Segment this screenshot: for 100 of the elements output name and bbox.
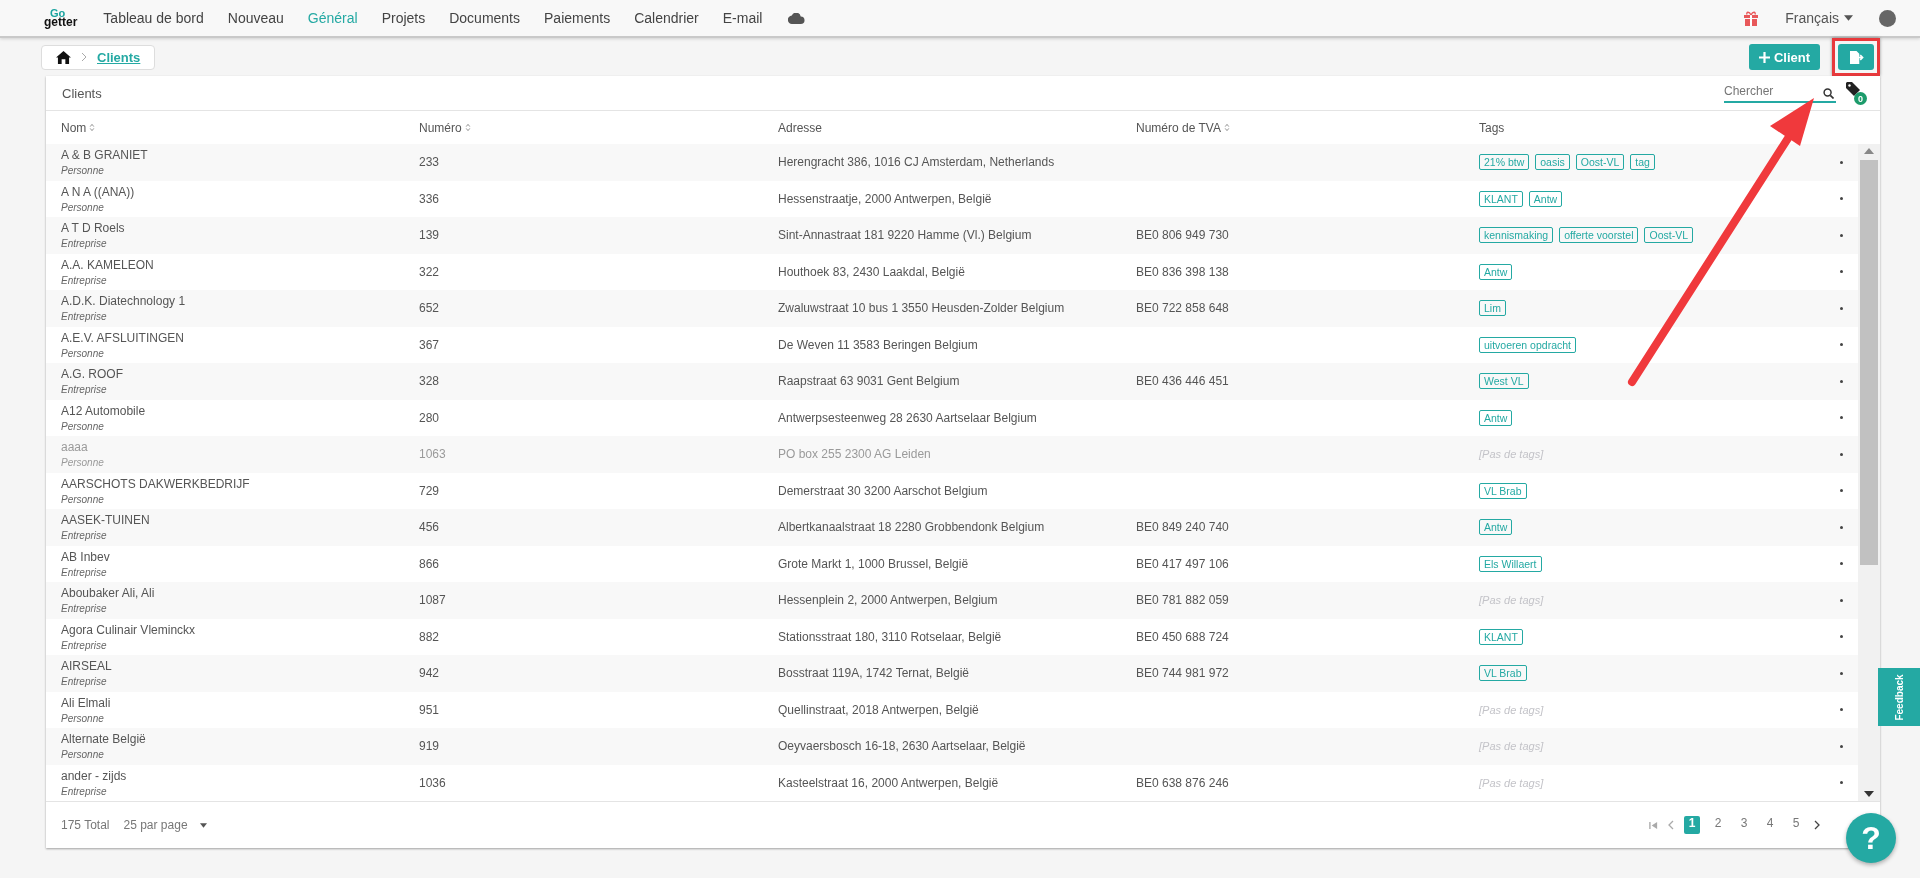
dot-icon[interactable] bbox=[1840, 270, 1843, 274]
client-name[interactable]: A.G. ROOF bbox=[61, 367, 123, 382]
client-name[interactable]: AASEK-TUINEN bbox=[61, 513, 150, 528]
breadcrumb-link[interactable]: Clients bbox=[97, 49, 141, 65]
tag[interactable]: offerte voorstel bbox=[1559, 227, 1639, 244]
dot-icon[interactable] bbox=[1840, 671, 1843, 675]
client-name[interactable]: A12 Automobile bbox=[61, 403, 146, 418]
feedback-tab[interactable]: Feedback bbox=[1878, 668, 1920, 726]
scroll-up-icon[interactable] bbox=[1864, 148, 1874, 154]
tag[interactable]: VL Brab bbox=[1479, 665, 1527, 682]
dot-icon[interactable] bbox=[1840, 343, 1843, 347]
tag[interactable]: kennismaking bbox=[1479, 227, 1554, 244]
export-button[interactable] bbox=[1838, 44, 1874, 70]
client-name[interactable]: A T D Roels bbox=[61, 221, 125, 236]
nav-item[interactable]: Général bbox=[307, 10, 358, 26]
tag[interactable]: 21% btw bbox=[1479, 154, 1530, 171]
client-name[interactable]: A.A. KAMELEON bbox=[61, 257, 154, 272]
page-button[interactable]: 4 bbox=[1762, 816, 1778, 834]
avatar[interactable] bbox=[1879, 9, 1896, 27]
column-header[interactable]: Nom bbox=[61, 120, 419, 135]
table-cell-text: 652 bbox=[419, 301, 441, 316]
nav-item[interactable]: E-mail bbox=[722, 10, 763, 26]
client-name[interactable]: ander - zijds bbox=[61, 768, 127, 783]
tag[interactable]: Antw bbox=[1479, 519, 1513, 536]
tag-icon[interactable] bbox=[1846, 82, 1860, 96]
tag[interactable]: Antw bbox=[1528, 190, 1563, 207]
gift-icon[interactable] bbox=[1743, 10, 1760, 26]
home-icon[interactable] bbox=[56, 50, 71, 64]
dot-icon[interactable] bbox=[1840, 744, 1843, 748]
client-name[interactable]: AB Inbev bbox=[61, 549, 110, 564]
client-name[interactable]: AARSCHOTS DAKWERKBEDRIJF bbox=[61, 476, 250, 491]
client-name[interactable]: Aboubaker Ali, Ali bbox=[61, 586, 155, 601]
tag[interactable]: Antw bbox=[1479, 409, 1513, 426]
dot-icon[interactable] bbox=[1840, 306, 1843, 310]
dot-icon[interactable] bbox=[1840, 379, 1843, 383]
dot-icon[interactable] bbox=[1840, 635, 1843, 639]
client-name[interactable]: A.E.V. AFSLUITINGEN bbox=[61, 330, 184, 345]
caret-icon bbox=[199, 822, 207, 828]
dot-icon[interactable] bbox=[1840, 525, 1843, 529]
search-field[interactable]: Chercher bbox=[1724, 83, 1836, 103]
dot-icon[interactable] bbox=[1840, 598, 1843, 602]
client-type: Personne bbox=[61, 165, 104, 177]
table-cell-text: 322 bbox=[419, 264, 441, 279]
nav-item[interactable]: Paiements bbox=[544, 10, 611, 26]
dot-icon[interactable] bbox=[1840, 708, 1843, 712]
column-header[interactable]: Numéro de TVA bbox=[1136, 120, 1479, 135]
dot-icon[interactable] bbox=[1840, 160, 1843, 164]
cloud-icon[interactable] bbox=[788, 12, 806, 24]
tag[interactable]: Els Willaert bbox=[1479, 555, 1542, 572]
scroll-down-icon[interactable] bbox=[1864, 791, 1874, 797]
page-button[interactable]: 2 bbox=[1710, 816, 1726, 834]
sort-icon bbox=[1223, 123, 1230, 132]
caret-icon bbox=[1844, 15, 1853, 21]
client-name[interactable]: A.D.K. Diatechnology 1 bbox=[61, 294, 186, 309]
nav-item[interactable]: Calendrier bbox=[634, 10, 699, 26]
nav-item[interactable]: Projets bbox=[381, 10, 426, 26]
client-name[interactable]: Alternate België bbox=[61, 732, 146, 747]
tag[interactable]: West VL bbox=[1479, 373, 1529, 390]
page-button[interactable]: 1 bbox=[1684, 816, 1700, 834]
client-name[interactable]: A & B GRANIET bbox=[61, 148, 148, 163]
tag[interactable]: tag bbox=[1630, 154, 1655, 171]
tag[interactable]: KLANT bbox=[1479, 190, 1523, 207]
client-name[interactable]: Agora Culinair Vleminckx bbox=[61, 622, 196, 637]
table-cell-text: 882 bbox=[419, 629, 441, 644]
language-selector[interactable]: Français bbox=[1785, 10, 1853, 26]
tag[interactable]: Oost-VL bbox=[1575, 154, 1625, 171]
dot-icon[interactable] bbox=[1840, 197, 1843, 201]
nav-item[interactable]: Tableau de bord bbox=[103, 10, 204, 26]
per-page-selector[interactable]: 25 par page bbox=[123, 818, 207, 832]
scrollbar[interactable] bbox=[1858, 144, 1880, 801]
dot-icon[interactable] bbox=[1840, 416, 1843, 420]
tag[interactable]: KLANT bbox=[1479, 628, 1523, 645]
page-button[interactable]: 3 bbox=[1736, 816, 1752, 834]
scrollbar-thumb[interactable] bbox=[1860, 160, 1878, 565]
nav-item[interactable]: Nouveau bbox=[227, 10, 284, 26]
tag[interactable]: Antw bbox=[1479, 263, 1513, 280]
help-button[interactable]: ? bbox=[1846, 813, 1896, 863]
table-cell-text: BE0 744 981 972 bbox=[1136, 666, 1230, 681]
client-name[interactable]: A N A ((ANA)) bbox=[61, 184, 135, 199]
tag[interactable]: Oost-VL bbox=[1644, 227, 1693, 244]
logo[interactable]: Go getter bbox=[44, 9, 78, 27]
tag[interactable]: Lim bbox=[1479, 300, 1506, 317]
table-cell-text: Houthoek 83, 2430 Laakdal, België bbox=[778, 264, 966, 279]
dot-icon[interactable] bbox=[1840, 489, 1843, 493]
client-name[interactable]: AIRSEAL bbox=[61, 659, 112, 674]
client-name[interactable]: Ali Elmali bbox=[61, 695, 111, 710]
add-client-button[interactable]: Client bbox=[1748, 44, 1820, 70]
dot-icon[interactable] bbox=[1840, 781, 1843, 785]
next-page-icon[interactable] bbox=[1814, 820, 1820, 830]
column-header[interactable]: Numéro bbox=[419, 120, 778, 135]
tag[interactable]: uitvoeren opdracht bbox=[1479, 336, 1576, 353]
table-cell-text: Kasteelstraat 16, 2000 Antwerpen, België bbox=[778, 775, 1000, 790]
page-button[interactable]: 5 bbox=[1788, 816, 1804, 834]
tag[interactable]: VL Brab bbox=[1479, 482, 1527, 499]
tag[interactable]: oasis bbox=[1535, 154, 1570, 171]
card-title: Clients bbox=[62, 85, 102, 101]
dot-icon[interactable] bbox=[1840, 233, 1843, 237]
nav-item[interactable]: Documents bbox=[449, 10, 520, 26]
table-cell-text: 280 bbox=[419, 410, 441, 425]
dot-icon[interactable] bbox=[1840, 562, 1843, 566]
